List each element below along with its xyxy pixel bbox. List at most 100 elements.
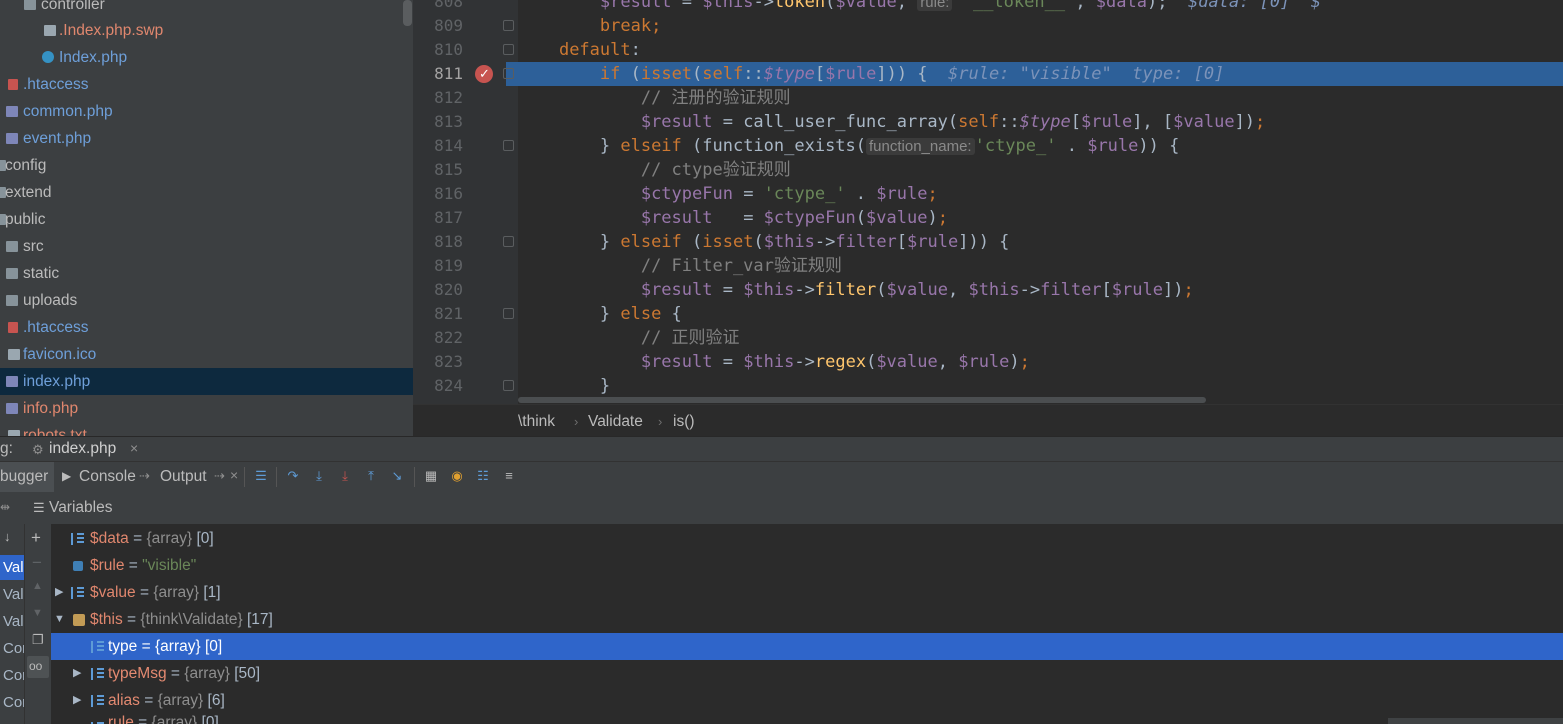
htaccess-icon <box>8 322 18 333</box>
code-line: $result = $this->token($value, rule: '__… <box>518 0 1321 14</box>
tab-console[interactable]: Console <box>79 468 136 486</box>
value-icon <box>73 561 83 571</box>
frame-item[interactable]: Val <box>3 559 24 576</box>
variable-value: "visible" <box>142 557 197 574</box>
glasses-icon: oo <box>29 659 43 673</box>
tree-file-common-php[interactable]: common.php <box>0 98 413 125</box>
debug-session-tab[interactable]: index.php <box>49 440 116 458</box>
tree-folder-controller[interactable]: controller <box>0 0 413 18</box>
step-out-icon[interactable]: ⤒ <box>364 469 378 483</box>
image-file-icon <box>8 349 20 360</box>
variable-row[interactable]: $rule = "visible" <box>51 552 1563 579</box>
field-type: {array} <box>154 638 201 655</box>
add-icon[interactable]: + <box>31 528 41 548</box>
show-execution-point-icon[interactable]: ☰ <box>254 469 268 483</box>
fold-marker[interactable] <box>503 20 514 31</box>
breadcrumb-method[interactable]: is() <box>673 413 695 431</box>
tree-folder-config[interactable]: config <box>0 152 413 179</box>
variables-toolbar: + − ▲ ▼ ❐ oo <box>25 524 52 724</box>
expand-icon[interactable]: ▶ <box>55 579 63 606</box>
step-over-icon[interactable]: ↷ <box>286 469 300 483</box>
tree-folder-public[interactable]: public <box>0 206 413 233</box>
frame-item[interactable]: Con <box>3 694 24 711</box>
move-down-icon[interactable]: ▼ <box>32 607 43 619</box>
tree-file-favicon[interactable]: favicon.ico <box>0 341 413 368</box>
variable-row[interactable]: rule = {array} [0] <box>51 714 1563 724</box>
pin-icon[interactable]: ⇢ <box>214 468 225 484</box>
copy-icon[interactable]: ❐ <box>32 632 44 648</box>
list-icon: ☰ <box>33 500 45 515</box>
fold-marker[interactable] <box>503 236 514 247</box>
variable-row[interactable]: ▶ alias = {array} [6] <box>51 687 1563 714</box>
fold-marker[interactable] <box>503 44 514 55</box>
move-up-icon[interactable]: ▲ <box>32 580 43 592</box>
tab-output[interactable]: Output <box>160 468 207 486</box>
tree-folder-extend[interactable]: extend <box>0 179 413 206</box>
field-count: [50] <box>234 665 261 682</box>
tree-file-robots[interactable]: robots.txt <box>0 422 413 436</box>
field-count: [6] <box>207 692 225 709</box>
frame-item[interactable]: Con <box>3 667 24 684</box>
frames-list-icon[interactable]: ☷ <box>476 469 490 483</box>
breadcrumb-class[interactable]: Validate <box>588 413 643 431</box>
watch-icon[interactable]: ◉ <box>450 469 464 483</box>
variable-row[interactable]: $data = {array} [0] <box>51 525 1563 552</box>
tree-label: src <box>23 238 44 255</box>
expand-icon[interactable]: ▶ <box>73 660 81 687</box>
tree-file-event-php[interactable]: event.php <box>0 125 413 152</box>
frame-item[interactable]: Con <box>3 640 24 657</box>
tree-label: event.php <box>23 130 92 147</box>
expand-icon[interactable]: ▶ <box>73 687 81 714</box>
step-into-icon[interactable]: ⤓ <box>312 469 326 483</box>
close-icon[interactable]: × <box>230 467 238 483</box>
close-icon[interactable]: × <box>130 440 138 456</box>
fold-marker[interactable] <box>503 140 514 151</box>
layout-icon[interactable]: ⇹ <box>0 500 10 514</box>
field-type: {array} <box>184 665 230 682</box>
tree-file-htaccess[interactable]: .htaccess <box>0 71 413 98</box>
debug-tool-label: g: <box>0 440 13 457</box>
fold-marker[interactable] <box>503 380 514 391</box>
tree-folder-static[interactable]: static <box>0 260 413 287</box>
remove-icon[interactable]: − <box>32 553 42 573</box>
frame-item[interactable]: Val <box>3 586 24 603</box>
run-to-cursor-icon[interactable]: ↘ <box>390 469 404 483</box>
frame-item[interactable]: Val <box>3 613 24 630</box>
breadcrumb-namespace[interactable]: \think <box>518 413 555 431</box>
tab-debugger[interactable]: bugger <box>0 468 48 486</box>
code-line: $ctypeFun = 'ctype_' . $rule; <box>640 184 938 204</box>
variable-row-selected[interactable]: type = {array} [0] <box>51 633 1563 660</box>
tree-label: index.php <box>23 373 91 390</box>
tree-folder-src[interactable]: src <box>0 233 413 260</box>
force-step-into-icon[interactable]: ⤓ <box>338 469 352 483</box>
project-tree: controller .Index.php.swp Index.php .hta… <box>0 0 413 436</box>
variable-row[interactable]: ▶ typeMsg = {array} [50] <box>51 660 1563 687</box>
variable-row[interactable]: ▶ $value = {array} [1] <box>51 579 1563 606</box>
array-icon <box>71 533 85 545</box>
breakpoint-check-icon: ✓ <box>479 66 490 81</box>
fold-marker[interactable] <box>503 308 514 319</box>
tree-file-index-swp[interactable]: .Index.php.swp <box>0 17 413 44</box>
code-comment: // Filter_var验证规则 <box>640 256 842 276</box>
collapse-icon[interactable]: ▼ <box>54 606 65 633</box>
variables-horizontal-scrollbar[interactable] <box>1388 718 1563 724</box>
variable-type: {think\Validate} <box>140 611 243 628</box>
editor-horizontal-scrollbar[interactable] <box>518 397 1206 403</box>
tree-folder-uploads[interactable]: uploads <box>0 287 413 314</box>
pin-icon[interactable]: ⇢ <box>139 468 150 484</box>
tree-file-index-php[interactable]: Index.php <box>0 44 413 71</box>
tree-label: Index.php <box>59 49 128 66</box>
tree-file-info-php[interactable]: info.php <box>0 395 413 422</box>
tree-file-index-php-public[interactable]: index.php <box>0 368 413 395</box>
fold-marker[interactable] <box>503 68 514 79</box>
tree-scrollbar[interactable] <box>403 0 412 26</box>
code-line: $result = $this->regex($value, $rule); <box>640 352 1030 372</box>
field-type: {array} <box>151 714 198 724</box>
tree-file-htaccess-public[interactable]: .htaccess <box>0 314 413 341</box>
add-watch-icon[interactable]: ≡ <box>502 469 516 483</box>
evaluate-expression-icon[interactable]: ▦ <box>424 469 438 483</box>
line-number: 824 <box>434 376 463 395</box>
arrow-down-icon[interactable]: ↓ <box>4 529 11 544</box>
code-line: } elseif (isset($this->filter[$rule])) { <box>518 232 1010 252</box>
variable-row[interactable]: ▼ $this = {think\Validate} [17] <box>51 606 1563 633</box>
